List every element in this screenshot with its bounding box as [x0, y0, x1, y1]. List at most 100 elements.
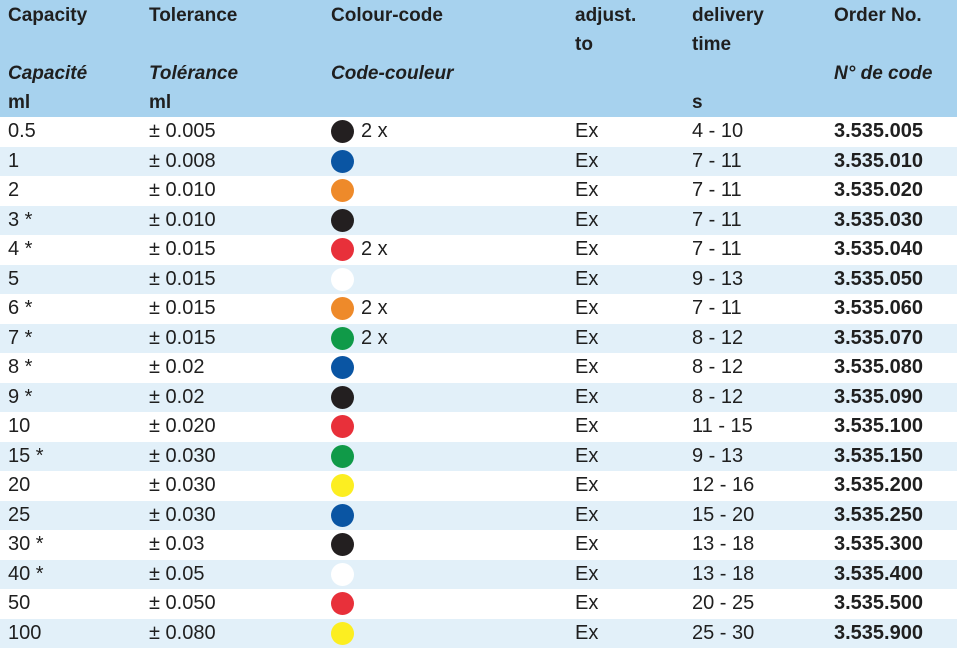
table-row: 0.5± 0.0052 xEx4 - 103.535.005 [0, 117, 957, 147]
colour-dot-icon [331, 533, 354, 556]
table-row: 8 *± 0.02Ex8 - 123.535.080 [0, 353, 957, 383]
tolerance-cell: ± 0.02 [149, 353, 204, 383]
table-row: 3 *± 0.010Ex7 - 113.535.030 [0, 206, 957, 236]
table-row: 5± 0.015Ex9 - 133.535.050 [0, 265, 957, 295]
adjust-cell: Ex [575, 589, 598, 619]
order-number-cell: 3.535.090 [834, 383, 923, 413]
delivery-time-cell: 7 - 11 [692, 206, 742, 236]
colour-code-cell [331, 147, 354, 177]
adjust-cell: Ex [575, 530, 598, 560]
tolerance-cell: ± 0.030 [149, 471, 216, 501]
tolerance-cell: ± 0.010 [149, 176, 216, 206]
order-number-cell: 3.535.050 [834, 265, 923, 295]
colour-dot-icon [331, 120, 354, 143]
table-row: 10± 0.020Ex11 - 153.535.100 [0, 412, 957, 442]
table-row: 20 ± 0.030 Ex 12 - 16 3.535.200 [0, 471, 957, 501]
delivery-time-cell: 8 - 12 [692, 353, 743, 383]
adjust-cell: Ex [575, 324, 598, 354]
tolerance-cell: ± 0.020 [149, 412, 216, 442]
order-number-cell: 3.535.900 [834, 619, 923, 648]
capacity-cell: 100 [8, 619, 41, 648]
colour-code-cell [331, 176, 354, 206]
header-tolerance: Tolerance [149, 1, 237, 30]
colour-dot-icon [331, 179, 354, 202]
header-delivery-time: time [692, 30, 731, 59]
capacity-cell: 20 [8, 471, 30, 501]
colour-dot-icon [331, 150, 354, 173]
table-row: 1± 0.008Ex7 - 113.535.010 [0, 147, 957, 177]
header-order-no: Order No. [834, 1, 922, 30]
table-row: 50± 0.050Ex20 - 253.535.500 [0, 589, 957, 619]
table-row: 7 * ± 0.015 2 x Ex 8 - 12 3.535.070 [0, 324, 957, 354]
colour-code-cell: 2 x [331, 324, 388, 354]
delivery-time-cell: 13 - 18 [692, 530, 754, 560]
product-table: Capacity Tolerance Colour-code adjust. t… [0, 0, 957, 647]
colour-code-cell: 2 x [331, 294, 388, 324]
colour-code-cell [331, 353, 354, 383]
order-number-cell: 3.535.070 [834, 324, 923, 354]
adjust-cell: Ex [575, 176, 598, 206]
delivery-time-cell: 15 - 20 [692, 501, 754, 531]
header-delivery: delivery [692, 1, 764, 30]
colour-code-cell [331, 560, 354, 590]
capacity-cell: 40 * [8, 560, 44, 590]
header-colour-code-fr: Code-couleur [331, 59, 453, 88]
tolerance-cell: ± 0.015 [149, 324, 216, 354]
order-number-cell: 3.535.250 [834, 501, 923, 531]
colour-code-cell [331, 206, 354, 236]
delivery-time-cell: 11 - 15 [692, 412, 753, 442]
colour-dot-icon [331, 268, 354, 291]
delivery-time-cell: 9 - 13 [692, 442, 743, 472]
table-row: 15 *± 0.030Ex9 - 133.535.150 [0, 442, 957, 472]
adjust-cell: Ex [575, 501, 598, 531]
capacity-cell: 8 * [8, 353, 32, 383]
colour-dot-icon [331, 622, 354, 645]
capacity-cell: 9 * [8, 383, 32, 413]
capacity-cell: 7 * [8, 324, 32, 354]
colour-code-cell [331, 619, 354, 648]
order-number-cell: 3.535.010 [834, 147, 923, 177]
adjust-cell: Ex [575, 147, 598, 177]
order-number-cell: 3.535.020 [834, 176, 923, 206]
table-row: 4 *± 0.0152 xEx7 - 113.535.040 [0, 235, 957, 265]
order-number-cell: 3.535.060 [834, 294, 923, 324]
order-number-cell: 3.535.300 [834, 530, 923, 560]
delivery-time-cell: 8 - 12 [692, 324, 743, 354]
header-capacity-fr: Capacité [8, 59, 87, 88]
order-number-cell: 3.535.005 [834, 117, 923, 147]
tolerance-cell: ± 0.030 [149, 501, 216, 531]
order-number-cell: 3.535.040 [834, 235, 923, 265]
order-number-cell: 3.535.500 [834, 589, 923, 619]
tolerance-cell: ± 0.05 [149, 560, 204, 590]
table-row: 25± 0.030Ex15 - 203.535.250 [0, 501, 957, 531]
tolerance-cell: ± 0.008 [149, 147, 216, 177]
header-colour-code: Colour-code [331, 1, 443, 30]
delivery-time-cell: 12 - 16 [692, 471, 754, 501]
tolerance-cell: ± 0.015 [149, 235, 216, 265]
delivery-time-cell: 13 - 18 [692, 560, 754, 590]
order-number-cell: 3.535.150 [834, 442, 923, 472]
adjust-cell: Ex [575, 442, 598, 472]
table-row: 30 *± 0.03Ex13 - 183.535.300 [0, 530, 957, 560]
colour-multiplier: 2 x [361, 235, 388, 265]
header-adjust: adjust. [575, 1, 636, 30]
delivery-time-cell: 7 - 11 [692, 235, 742, 265]
order-number-cell: 3.535.080 [834, 353, 923, 383]
colour-dot-icon [331, 238, 354, 261]
colour-dot-icon [331, 386, 354, 409]
colour-dot-icon [331, 327, 354, 350]
adjust-cell: Ex [575, 560, 598, 590]
header-tolerance-fr: Tolérance [149, 59, 238, 88]
capacity-cell: 5 [8, 265, 19, 295]
colour-dot-icon [331, 209, 354, 232]
table-row: 40 * ± 0.05 Ex 13 - 18 3.535.400 [0, 560, 957, 590]
delivery-time-cell: 4 - 10 [692, 117, 743, 147]
colour-dot-icon [331, 592, 354, 615]
order-number-cell: 3.535.200 [834, 471, 923, 501]
tolerance-cell: ± 0.015 [149, 294, 216, 324]
capacity-cell: 30 * [8, 530, 44, 560]
adjust-cell: Ex [575, 265, 598, 295]
order-number-cell: 3.535.400 [834, 560, 923, 590]
adjust-cell: Ex [575, 471, 598, 501]
capacity-cell: 1 [8, 147, 19, 177]
